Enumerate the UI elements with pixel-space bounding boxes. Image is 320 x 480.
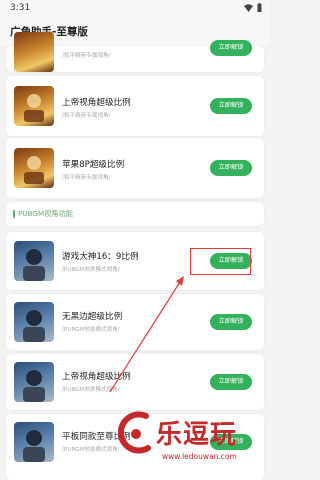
watermark-url: www.ledouwan.com (162, 452, 237, 461)
watermark-logo-icon (117, 411, 151, 454)
watermark: 乐逗玩 www.ledouwan.com (108, 408, 270, 480)
watermark-text: 乐逗玩 (156, 420, 238, 450)
